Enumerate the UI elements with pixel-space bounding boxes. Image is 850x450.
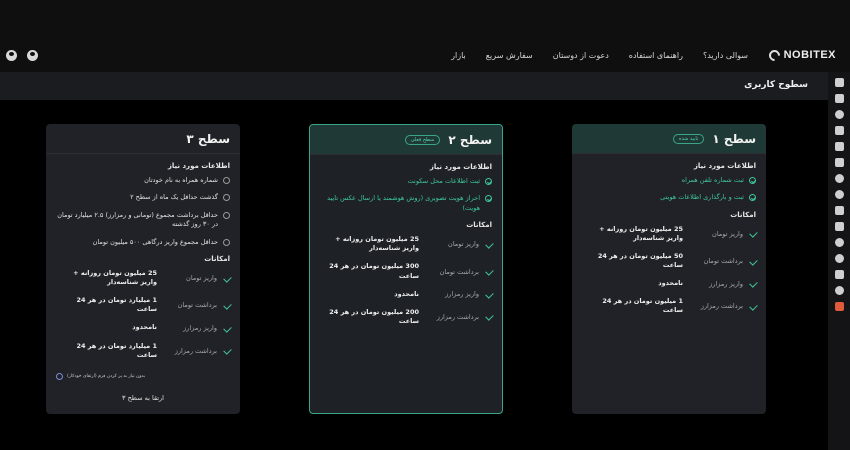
- top-bar: NOBITEX بازار سفارش سریع دعوت از دوستان …: [0, 0, 850, 72]
- features-title: امکانات: [730, 210, 756, 219]
- feature-row: واریز رمزارز نامحدود: [572, 279, 766, 289]
- document-icon[interactable]: [834, 206, 844, 215]
- check-icon: [485, 312, 494, 322]
- check-icon: [223, 273, 232, 283]
- check-icon: [749, 279, 758, 289]
- card-header: سطح ۱ تایید شده: [572, 124, 766, 154]
- nav-item-invite-friends[interactable]: دعوت از دوستان: [553, 51, 609, 60]
- theme-toggle-icon[interactable]: [27, 50, 38, 61]
- level-title: سطح ۱: [712, 131, 756, 146]
- level-card-3: سطح ۳ اطلاعات مورد نیاز شماره همراه به ن…: [46, 124, 240, 414]
- feature-row: واریز تومان 25 میلیون تومان روزانه + وار…: [46, 269, 240, 287]
- nav-item-faq[interactable]: سوالی دارید؟: [703, 51, 748, 60]
- check-circle-icon: [485, 195, 492, 203]
- check-circle-icon: [485, 178, 492, 185]
- main-nav: بازار سفارش سریع دعوت از دوستان راهنمای …: [451, 51, 748, 60]
- level-title: سطح ۳: [186, 131, 230, 146]
- requirement-item: ثبت و بارگذاری اطلاعات هویتی: [572, 193, 766, 202]
- requirement-item: حداقل مجموع واریز درگاهی ۵۰۰ میلیون توما…: [46, 238, 240, 247]
- empty-circle-icon: [223, 177, 230, 184]
- auto-upgrade-note: بدون نیاز به پر کردن فرم (ارتقای خودکار): [56, 373, 230, 380]
- main-content: سطح ۱ تایید شده اطلاعات مورد نیاز ثبت شم…: [0, 100, 828, 450]
- shield-icon[interactable]: [834, 238, 844, 247]
- status-badge: سطح فعلی: [404, 134, 441, 145]
- check-icon: [223, 346, 232, 355]
- feature-row: برداشت تومان 50 میلیون تومان در هر 24 سا…: [572, 252, 766, 270]
- brand-name: NOBITEX: [783, 49, 836, 61]
- requirements-title: اطلاعات مورد نیاز: [167, 162, 230, 170]
- empty-circle-icon: [223, 194, 230, 202]
- requirements-title: اطلاعات مورد نیاز: [693, 162, 756, 170]
- feature-row: واریز تومان 25 میلیون تومان روزانه + وار…: [572, 225, 766, 243]
- clipboard-icon[interactable]: [834, 158, 844, 167]
- requirement-item: شماره همراه به نام خودتان: [46, 176, 240, 185]
- features-title: امکانات: [466, 221, 492, 230]
- level-card-1: سطح ۱ تایید شده اطلاعات مورد نیاز ثبت شم…: [572, 124, 766, 414]
- feature-row: واریز تومان 25 میلیون تومان روزانه + وار…: [310, 235, 502, 253]
- empty-circle-icon: [223, 211, 230, 219]
- upgrade-button[interactable]: ارتقا به سطح ۳: [56, 394, 230, 402]
- check-icon: [485, 240, 494, 249]
- feature-row: برداشت تومان 1 میلیارد تومان در هر 24 سا…: [46, 296, 240, 314]
- top-icons: [6, 50, 38, 61]
- feature-row: واریز رمزارز نامحدود: [310, 290, 502, 299]
- feature-row: برداشت رمزارز 1 میلیون تومان در هر 24 سا…: [572, 297, 766, 315]
- page-header: سطوح کاربری: [0, 72, 828, 100]
- clock-icon: [56, 373, 63, 380]
- card-icon[interactable]: [834, 126, 844, 135]
- feature-row: برداشت تومان 300 میلیون تومان در هر 24 س…: [310, 262, 502, 280]
- receipt-icon[interactable]: [834, 142, 844, 151]
- nav-item-market[interactable]: بازار: [451, 51, 466, 60]
- check-icon: [223, 323, 232, 333]
- level-title: سطح ۲: [448, 132, 492, 147]
- feature-row: برداشت رمزارز 1 میلیارد تومان در هر 24 س…: [46, 342, 240, 360]
- nav-item-guide[interactable]: راهنمای استفاده: [629, 51, 683, 60]
- check-icon: [485, 267, 494, 276]
- add-user-icon[interactable]: [834, 286, 844, 295]
- check-circle-icon: [749, 177, 756, 184]
- sidebar: [828, 72, 850, 450]
- wallet-icon[interactable]: [834, 94, 844, 103]
- feature-row: برداشت رمزارز 200 میلیون تومان در هر 24 …: [310, 308, 502, 326]
- check-circle-icon: [749, 194, 756, 202]
- check-icon: [485, 289, 494, 299]
- requirements-title: اطلاعات مورد نیاز: [429, 163, 492, 171]
- card-header: سطح ۳: [46, 124, 240, 154]
- calendar-icon[interactable]: [834, 222, 844, 231]
- requirement-item: ثبت اطلاعات محل سکونت: [310, 177, 502, 186]
- dashboard-icon[interactable]: [834, 78, 844, 87]
- requirement-item: گذشت حداقل یک ماه از سطح ۲: [46, 193, 240, 202]
- nav-item-quick-order[interactable]: سفارش سریع: [486, 51, 533, 60]
- requirement-item: حداقل برداشت مجموع (تومانی و رمزارز) ۲.۵…: [46, 211, 240, 230]
- logout-icon[interactable]: [834, 302, 844, 311]
- check-icon: [749, 302, 758, 311]
- plus-circle-icon[interactable]: [834, 254, 844, 263]
- history-icon[interactable]: [834, 174, 844, 183]
- status-badge: تایید شده: [672, 133, 705, 144]
- check-icon: [749, 256, 758, 266]
- target-icon[interactable]: [834, 190, 844, 199]
- page-title: سطوح کاربری: [744, 80, 808, 90]
- features-title: امکانات: [204, 255, 230, 264]
- refresh-icon[interactable]: [834, 110, 844, 119]
- mail-icon[interactable]: [834, 270, 844, 279]
- user-icon[interactable]: [6, 50, 17, 61]
- empty-circle-icon: [223, 238, 230, 246]
- check-icon: [223, 301, 232, 310]
- requirement-item: ثبت شماره تلفن همراه: [572, 176, 766, 185]
- logo[interactable]: NOBITEX: [766, 47, 836, 63]
- feature-row: واریز رمزارز نامحدود: [46, 323, 240, 333]
- nobitex-logo-icon: [766, 47, 782, 63]
- card-header: سطح ۲ سطح فعلی: [310, 125, 502, 155]
- level-card-2: سطح ۲ سطح فعلی اطلاعات مورد نیاز ثبت اطل…: [309, 124, 503, 414]
- check-icon: [749, 229, 758, 239]
- requirement-item: احراز هویت تصویری (روش هوشمند یا ارسال ع…: [310, 194, 502, 213]
